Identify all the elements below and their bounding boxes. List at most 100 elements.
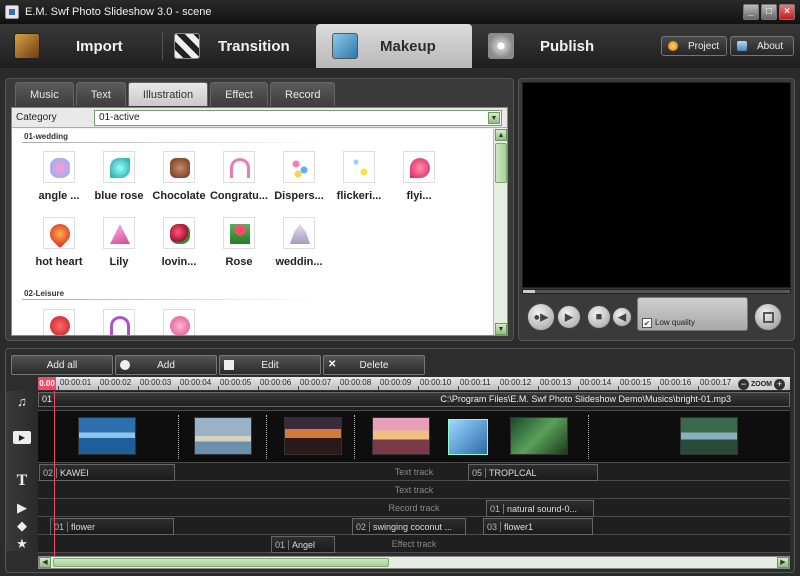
playhead-line[interactable] [54,391,55,563]
play-icon: ▶ [564,311,574,324]
scroll-down-icon[interactable]: ▼ [495,323,507,335]
tab-illustration[interactable]: Illustration [127,82,209,106]
photo-clip[interactable] [510,417,568,455]
zoom-out-icon[interactable]: − [738,378,749,390]
play-from-start-button[interactable]: ●▶ [527,303,555,331]
illustration-item[interactable]: flickeri... [328,151,390,202]
ruler-tick [498,386,499,390]
tab-text[interactable]: Text [75,82,126,106]
fullscreen-button[interactable] [754,303,782,331]
tab-publish[interactable]: Publish [488,24,628,68]
add-all-button[interactable]: Add all [11,355,113,375]
photo-clip[interactable] [78,417,136,455]
text-clip[interactable]: 05 TROPLCAL [468,464,598,481]
about-button[interactable]: About [730,36,794,56]
illustration-clip[interactable]: 03 flower1 [483,518,593,535]
illustration-name: Chocolate [152,190,206,202]
illustration-item[interactable] [148,309,210,335]
tab-effect[interactable]: Effect [210,82,268,106]
timeline-toolbar: Add all Add Edit ✕ Delete [11,355,425,375]
seek-bar[interactable] [522,289,791,294]
about-label: About [757,40,784,52]
scroll-thumb[interactable] [53,558,389,567]
illustration-item[interactable]: Rose [208,217,270,268]
ruler-tick [538,386,539,390]
ruler-tick [658,386,659,390]
scroll-right-icon[interactable]: ▶ [777,557,789,568]
illustration-item[interactable] [88,309,150,335]
scroll-thumb[interactable] [495,143,507,183]
ruler-tick [578,386,579,390]
illustration-thumbnail [163,217,195,249]
maximize-button[interactable]: □ [761,4,777,20]
photo-clip[interactable] [372,417,430,455]
transition-cube-icon[interactable] [448,419,488,455]
illustration-item[interactable]: hot heart [28,217,90,268]
illustration-item[interactable]: angle ... [28,151,90,202]
illustration-track-icon: ◆ [17,518,27,533]
library-scrollbar[interactable]: ▲ ▼ [493,129,507,335]
illustration-item[interactable]: flyi... [388,151,450,202]
ruler-tick-label: 00:00:09 [380,378,412,387]
illustration-item[interactable]: lovin... [148,217,210,268]
music-clip[interactable]: 01 C:\Program Files\E.M. Swf Photo Slide… [38,392,790,407]
ruler-tick-label: 00:00:15 [620,378,652,387]
illustration-name: Congratu... [209,190,269,202]
clip-label: swinging coconut ... [373,521,453,532]
text-track: 02 KAWEI Text track 05 TROPLCAL [38,463,790,481]
ruler-tick [418,386,419,390]
low-quality-checkbox[interactable]: ✔ [642,318,652,328]
stop-button[interactable]: ■ [587,305,611,329]
stop-icon: ■ [595,311,603,323]
photo-clip[interactable] [284,417,342,455]
clip-label: natural sound-0... [507,503,578,514]
transition-marker [354,415,355,459]
minimize-button[interactable]: _ [743,4,759,20]
tab-music[interactable]: Music [15,82,74,106]
illustration-item[interactable]: weddin... [268,217,330,268]
tab-record[interactable]: Record [270,82,336,106]
clip-index: 03 [487,521,502,532]
project-icon [668,41,678,51]
time-ruler[interactable]: 0.00 00:00:01 00:00:02 00:00:03 00:00:04 00:… [38,377,790,391]
tab-import[interactable]: Import [14,24,160,68]
illustration-thumbnail [223,151,255,183]
photo-clip[interactable] [680,417,738,455]
project-button[interactable]: Project [661,36,727,56]
edit-button[interactable]: Edit [219,355,321,375]
timeline-scrollbar[interactable]: ◀ ▶ [38,556,790,569]
illustration-item[interactable]: blue rose [88,151,150,202]
ruler-tick-label: 00:00:14 [580,378,612,387]
illustration-name: hot heart [35,256,83,268]
scroll-up-icon[interactable]: ▲ [495,129,507,141]
illustration-clip[interactable]: 02 swinging coconut ... [352,518,466,535]
delete-label: Delete [359,359,389,371]
delete-button[interactable]: ✕ Delete [323,355,425,375]
category-select[interactable]: 01-active ▼ [94,109,502,126]
chevron-down-icon[interactable]: ▼ [488,111,500,124]
scroll-left-icon[interactable]: ◀ [39,557,51,568]
illustration-item[interactable] [28,309,90,335]
illustration-item[interactable]: Dispers... [268,151,330,202]
illustration-item[interactable]: Chocolate [148,151,210,202]
zoom-in-icon[interactable]: + [774,378,785,390]
photo-clip[interactable] [194,417,252,455]
illustration-thumbnail [163,309,195,335]
window-title: E.M. Swf Photo Slideshow 3.0 - scene [25,6,212,18]
ruler-tick [178,386,179,390]
illustration-name: flyi... [406,190,432,202]
play-button[interactable]: ▶ [557,305,581,329]
illustration-clip[interactable]: 01 flower [50,518,174,535]
illustration-name: flickeri... [336,190,382,202]
illustration-thumbnail [283,151,315,183]
tab-transition[interactable]: Transition [174,24,314,68]
playhead-time[interactable]: 0.00 [38,377,56,390]
category-row: Category 01-active ▼ [12,108,507,128]
add-button[interactable]: Add [115,355,217,375]
close-button[interactable]: × [779,4,795,20]
illustration-item[interactable]: Lily [88,217,150,268]
illustration-item[interactable]: Congratu... [208,151,270,202]
record-clip[interactable]: 01 natural sound-0... [486,500,594,517]
tab-makeup[interactable]: Makeup [316,24,472,68]
volume-button[interactable]: ◀ [612,307,632,327]
